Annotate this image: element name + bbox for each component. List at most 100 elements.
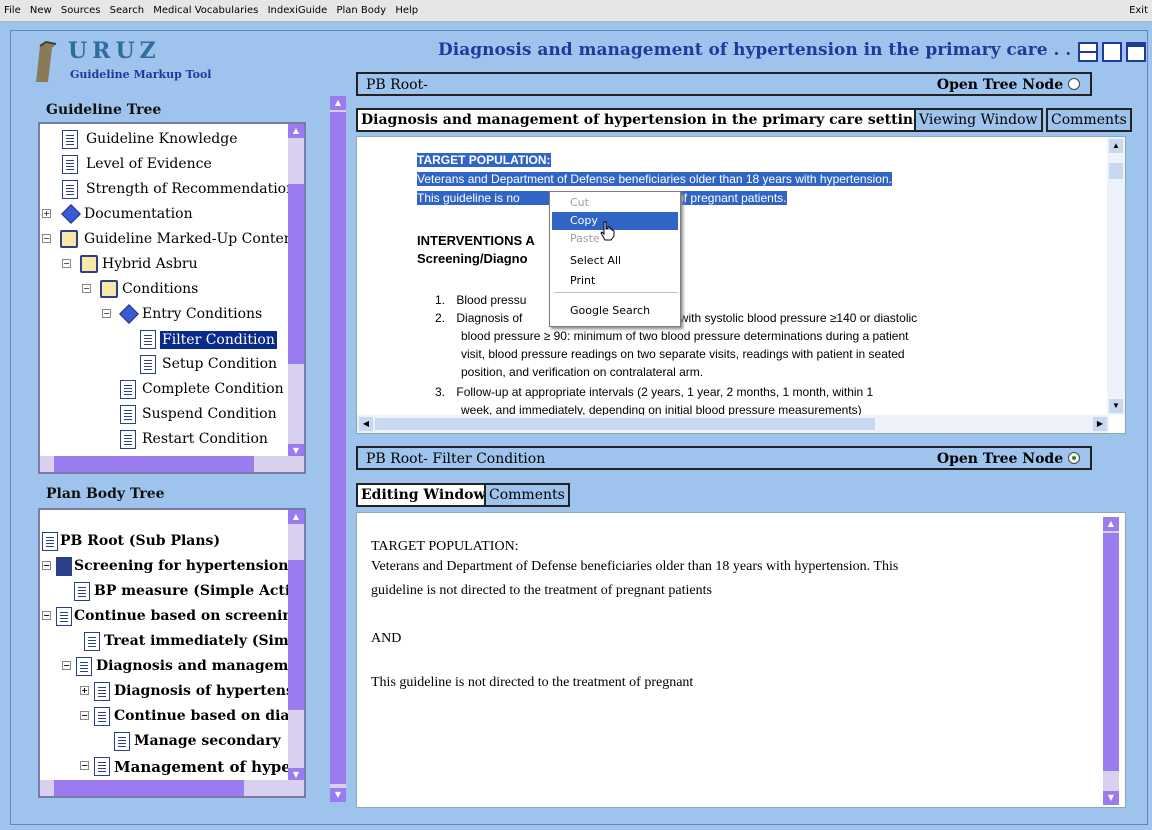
- collapse-icon[interactable]: −: [42, 234, 51, 243]
- menu-item-google-search[interactable]: Google Search: [552, 302, 678, 320]
- collapse-icon[interactable]: −: [62, 259, 71, 268]
- menu-file[interactable]: File: [4, 5, 21, 16]
- tree-item-level-of-evidence[interactable]: Level of Evidence: [40, 153, 290, 177]
- diamond-icon: [61, 204, 81, 224]
- tree-item-guideline-marked-up-content[interactable]: − Guideline Marked-Up Content: [40, 228, 298, 252]
- app-logo-subtitle: Guideline Markup Tool: [70, 68, 212, 81]
- scroll-thumb[interactable]: [1109, 163, 1123, 179]
- plan-body-tree-vscroll[interactable]: ▲ ▼: [288, 510, 304, 782]
- list-line: position, and verification on contralate…: [461, 365, 704, 379]
- menu-item-select-all[interactable]: Select All: [552, 252, 678, 270]
- tree-item-strength-of-recommendation[interactable]: Strength of Recommendation: [40, 178, 295, 202]
- tab-comments-bottom[interactable]: Comments: [484, 483, 570, 507]
- document-icon: [120, 430, 136, 449]
- editing-window[interactable]: TARGET POPULATION: Veterans and Departme…: [356, 512, 1126, 808]
- splitter-thumb[interactable]: [330, 112, 346, 784]
- scroll-thumb[interactable]: [288, 560, 304, 710]
- editing-vscroll[interactable]: ▲ ▼: [1103, 517, 1119, 805]
- scroll-right-icon[interactable]: ▶: [1093, 417, 1107, 431]
- tree-item-setup-condition[interactable]: Setup Condition: [40, 353, 290, 377]
- tree-item-pb-root[interactable]: PB Root (Sub Plans): [40, 530, 290, 554]
- scroll-thumb[interactable]: [54, 456, 254, 472]
- tree-item-entry-conditions[interactable]: − Entry Conditions: [40, 303, 290, 327]
- scroll-up-icon[interactable]: ▲: [1109, 139, 1123, 153]
- plan-icon: [94, 682, 110, 701]
- open-tree-node-radio[interactable]: [1068, 78, 1080, 90]
- tab-comments-top[interactable]: Comments: [1046, 108, 1132, 132]
- collapse-icon[interactable]: −: [62, 661, 71, 670]
- tree-item-screening[interactable]: − Screening for hypertension: [40, 555, 290, 579]
- tree-item-label: Diagnosis of hypertension: [114, 683, 306, 699]
- expand-icon[interactable]: +: [42, 209, 51, 218]
- menu-new[interactable]: New: [30, 5, 52, 16]
- tree-item-diagnosis-of-hypertension[interactable]: + Diagnosis of hypertension: [40, 680, 304, 704]
- menu-indexiguide[interactable]: IndexiGuide: [268, 5, 328, 16]
- viewing-vscroll[interactable]: ▲ ▼: [1107, 137, 1125, 415]
- guideline-tree-hscroll[interactable]: [40, 456, 304, 472]
- menu-item-print[interactable]: Print: [552, 272, 678, 290]
- document-icon: [62, 180, 78, 199]
- tree-item-hybrid-asbru[interactable]: − Hybrid Asbru: [40, 253, 290, 277]
- collapse-icon[interactable]: −: [42, 561, 51, 570]
- scroll-down-icon[interactable]: ▼: [1109, 399, 1123, 413]
- collapse-icon[interactable]: −: [102, 309, 111, 318]
- scroll-thumb[interactable]: [288, 184, 304, 364]
- tree-item-conditions[interactable]: − Conditions: [40, 278, 290, 302]
- viewing-hscroll[interactable]: ◀ ▶: [357, 415, 1109, 433]
- guideline-tree-vscroll[interactable]: ▲ ▼: [288, 124, 304, 458]
- menu-help[interactable]: Help: [395, 5, 418, 16]
- collapse-icon[interactable]: −: [80, 761, 89, 770]
- open-tree-node-radio[interactable]: [1068, 452, 1080, 464]
- menu-exit[interactable]: Exit: [1129, 5, 1148, 16]
- menu-item-cut[interactable]: Cut: [552, 194, 678, 212]
- tree-item-filter-condition[interactable]: Filter Condition: [40, 328, 290, 352]
- tree-item-suspend-condition[interactable]: Suspend Condition: [40, 403, 290, 427]
- tree-item-continue-based-on-screening[interactable]: − Continue based on screening: [40, 605, 302, 629]
- tab-viewing-window[interactable]: Viewing Window: [914, 108, 1043, 132]
- menu-sources[interactable]: Sources: [61, 5, 101, 16]
- layout-single-button[interactable]: [1102, 42, 1122, 62]
- collapse-icon[interactable]: −: [80, 711, 89, 720]
- tab-editing-window[interactable]: Editing Window: [356, 483, 491, 507]
- menu-item-paste[interactable]: Paste: [552, 230, 678, 248]
- tree-item-treat-immediately[interactable]: Treat immediately (Simple): [40, 630, 304, 654]
- plan-body-tree-hscroll[interactable]: [40, 780, 304, 796]
- tree-item-manage-secondary[interactable]: Manage secondary: [40, 730, 290, 754]
- tree-item-label: PB Root (Sub Plans): [60, 533, 221, 549]
- scroll-thumb[interactable]: [375, 418, 875, 430]
- menu-search[interactable]: Search: [110, 5, 144, 16]
- collapse-icon[interactable]: −: [82, 284, 91, 293]
- tree-item-documentation[interactable]: + Documentation: [40, 203, 290, 227]
- tree-item-management-of-hypertension[interactable]: − Management of hypertension: [40, 755, 304, 779]
- collapse-icon[interactable]: −: [42, 611, 51, 620]
- viewing-window[interactable]: TARGET POPULATION: Veterans and Departme…: [356, 136, 1126, 434]
- tree-item-label: Diagnosis and management: [96, 658, 306, 674]
- scroll-up-icon[interactable]: ▲: [288, 124, 304, 138]
- diamond-icon: [119, 304, 139, 324]
- tree-item-restart-condition[interactable]: Restart Condition: [40, 428, 290, 452]
- bottom-open-tree-node[interactable]: Open Tree Node: [937, 451, 1080, 467]
- scroll-down-icon[interactable]: ▼: [330, 788, 346, 802]
- tree-item-continue-based-on-diagnosis[interactable]: − Continue based on diagnosis: [40, 705, 304, 729]
- menu-plan-body[interactable]: Plan Body: [336, 5, 386, 16]
- scroll-up-icon[interactable]: ▲: [330, 96, 346, 110]
- menu-item-copy[interactable]: Copy: [552, 212, 678, 230]
- tree-item-guideline-knowledge[interactable]: Guideline Knowledge: [40, 128, 290, 152]
- layout-maximize-button[interactable]: [1126, 42, 1146, 62]
- scroll-up-icon[interactable]: ▲: [1103, 517, 1119, 531]
- scroll-thumb[interactable]: [1103, 533, 1119, 771]
- tree-item-label: Setup Condition: [162, 356, 278, 372]
- scroll-up-icon[interactable]: ▲: [288, 510, 304, 524]
- expand-icon[interactable]: +: [80, 686, 89, 695]
- panel-splitter[interactable]: ▲ ▼: [330, 96, 346, 802]
- layout-split-horizontal-button[interactable]: [1078, 42, 1098, 62]
- menu-medical-vocabularies[interactable]: Medical Vocabularies: [153, 5, 258, 16]
- tree-item-complete-condition[interactable]: Complete Condition: [40, 378, 290, 402]
- scroll-down-icon[interactable]: ▼: [1103, 791, 1119, 805]
- scroll-thumb[interactable]: [54, 780, 244, 796]
- tree-item-bp-measure[interactable]: BP measure (Simple Action): [40, 580, 304, 604]
- tree-item-diagnosis-and-management[interactable]: − Diagnosis and management: [40, 655, 304, 679]
- top-open-tree-node[interactable]: Open Tree Node: [937, 77, 1080, 93]
- doc-title-tab[interactable]: Diagnosis and management of hypertension…: [356, 108, 928, 132]
- scroll-left-icon[interactable]: ◀: [359, 417, 373, 431]
